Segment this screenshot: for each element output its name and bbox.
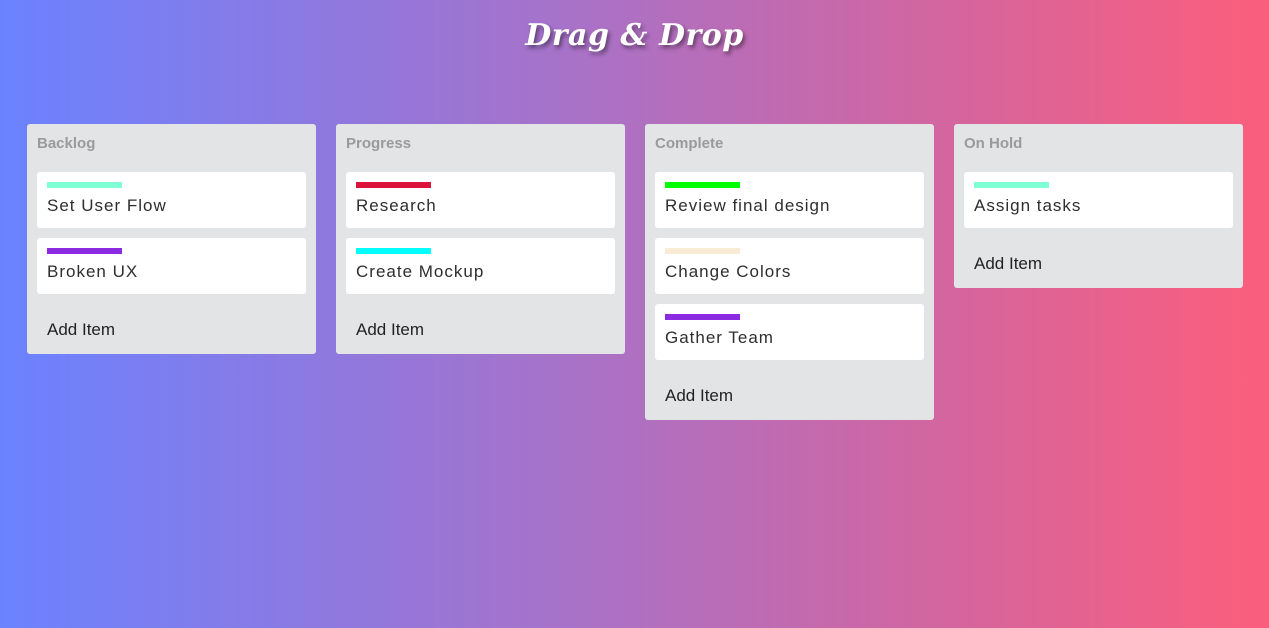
card-color-tag — [356, 182, 431, 188]
card-color-tag — [356, 248, 431, 254]
column-title: Progress — [346, 135, 412, 152]
card-color-tag — [47, 182, 122, 188]
app-title: Drag & Drop — [525, 18, 744, 53]
add-item-button[interactable]: Add Item — [47, 318, 306, 342]
card-color-tag — [665, 314, 740, 320]
task-card[interactable]: Set User Flow — [37, 172, 306, 228]
card-color-tag — [665, 248, 740, 254]
add-item-button[interactable]: Add Item — [665, 384, 924, 408]
card-list: Set User Flow Broken UX — [37, 172, 306, 294]
card-text: Gather Team — [665, 328, 774, 347]
column-backlog: Backlog Set User Flow Broken UX Add Item — [27, 124, 316, 354]
card-list: Research Create Mockup — [346, 172, 615, 294]
task-card[interactable]: Gather Team — [655, 304, 924, 360]
column-on-hold: On Hold Assign tasks Add Item — [954, 124, 1243, 288]
column-progress: Progress Research Create Mockup Add Item — [336, 124, 625, 354]
task-card[interactable]: Create Mockup — [346, 238, 615, 294]
column-title: On Hold — [964, 135, 1023, 152]
column-title: Backlog — [37, 135, 96, 152]
task-card[interactable]: Change Colors — [655, 238, 924, 294]
card-text: Broken UX — [47, 262, 139, 281]
card-text: Research — [356, 196, 437, 215]
column-title: Complete — [655, 135, 724, 152]
task-card[interactable]: Assign tasks — [964, 172, 1233, 228]
card-list: Review final design Change Colors Gather… — [655, 172, 924, 360]
column-complete: Complete Review final design Change Colo… — [645, 124, 934, 420]
add-item-button[interactable]: Add Item — [974, 252, 1233, 276]
card-list: Assign tasks — [964, 172, 1233, 228]
card-color-tag — [47, 248, 122, 254]
task-card[interactable]: Review final design — [655, 172, 924, 228]
card-text: Change Colors — [665, 262, 792, 281]
card-text: Set User Flow — [47, 196, 167, 215]
card-color-tag — [974, 182, 1049, 188]
card-text: Create Mockup — [356, 262, 485, 281]
card-text: Review final design — [665, 196, 831, 215]
task-card[interactable]: Broken UX — [37, 238, 306, 294]
task-card[interactable]: Research — [346, 172, 615, 228]
kanban-board: Backlog Set User Flow Broken UX Add Item… — [27, 124, 1243, 420]
card-color-tag — [665, 182, 740, 188]
card-text: Assign tasks — [974, 196, 1082, 215]
add-item-button[interactable]: Add Item — [356, 318, 615, 342]
